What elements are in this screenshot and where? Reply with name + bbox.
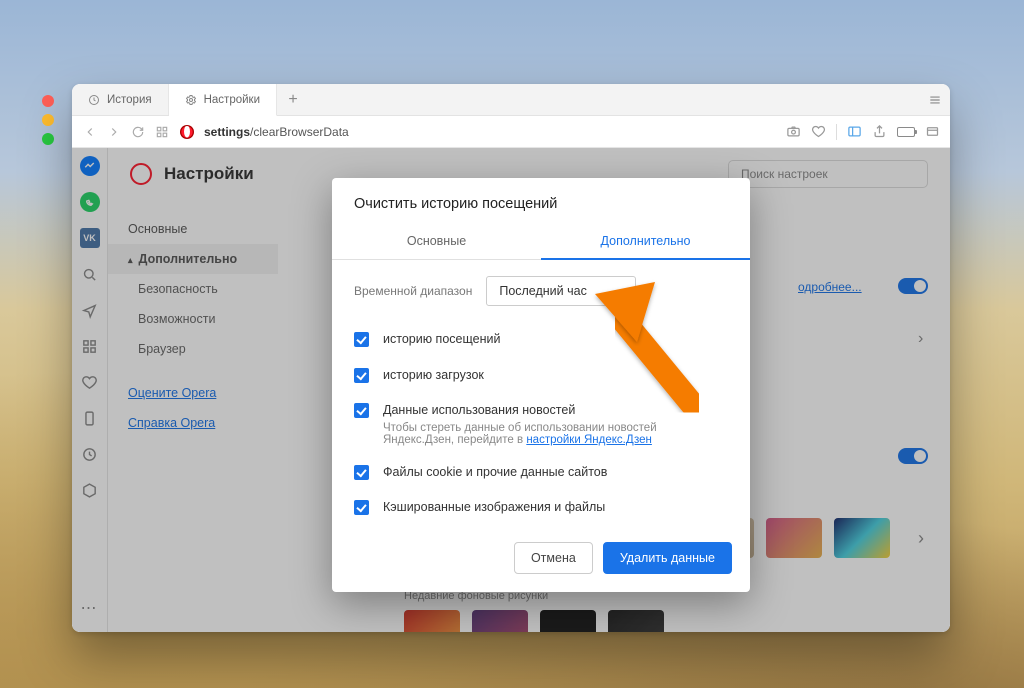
checkbox-icon: [354, 465, 369, 480]
modal-title: Очистить историю посещений: [332, 178, 750, 224]
checkbox-icon: [354, 500, 369, 515]
clear-data-modal: Очистить историю посещений Основные Допо…: [332, 178, 750, 592]
checkbox-icon: [354, 332, 369, 347]
cancel-button[interactable]: Отмена: [514, 542, 593, 574]
battery-icon: [897, 127, 915, 137]
toolbar: settings/clearBrowserData: [72, 116, 950, 148]
browser-window: История Настройки + settings/clearBrowse…: [72, 84, 950, 632]
checkbox-history[interactable]: историю посещений: [354, 322, 728, 358]
speed-dial-button[interactable]: [154, 124, 170, 140]
back-button[interactable]: [82, 124, 98, 140]
checkbox-cache[interactable]: Кэшированные изображения и файлы: [354, 490, 728, 526]
easy-setup-icon[interactable]: [920, 84, 950, 115]
time-range-label: Временной диапазон: [354, 284, 472, 298]
sidebar-toggle-icon[interactable]: [847, 124, 862, 139]
new-tab-button[interactable]: +: [277, 84, 309, 115]
reload-button[interactable]: [130, 124, 146, 140]
modal-tab-basic[interactable]: Основные: [332, 224, 541, 259]
toggle-panels-icon[interactable]: [925, 124, 940, 139]
checkbox-news[interactable]: Данные использования новостей Чтобы стер…: [354, 393, 728, 455]
checkbox-downloads[interactable]: историю загрузок: [354, 358, 728, 394]
tab-strip: История Настройки +: [72, 84, 950, 116]
delete-data-button[interactable]: Удалить данные: [603, 542, 732, 574]
opera-logo-icon: [180, 125, 194, 139]
tab-history[interactable]: История: [72, 84, 169, 115]
share-icon[interactable]: [872, 124, 887, 139]
mac-traffic-lights: [42, 95, 54, 145]
tab-label: Настройки: [204, 94, 260, 106]
address-bar[interactable]: settings/clearBrowserData: [204, 125, 349, 139]
checkbox-icon: [354, 368, 369, 383]
modal-tab-advanced[interactable]: Дополнительно: [541, 224, 750, 260]
forward-button[interactable]: [106, 124, 122, 140]
heart-icon[interactable]: [811, 124, 826, 139]
checkbox-icon: [354, 403, 369, 418]
checkbox-cookies[interactable]: Файлы cookie и прочие данные сайтов: [354, 455, 728, 491]
zen-settings-link[interactable]: настройки Яндекс.Дзен: [526, 434, 652, 446]
tab-label: История: [107, 94, 152, 106]
tab-settings[interactable]: Настройки: [169, 84, 277, 116]
snapshot-icon[interactable]: [786, 124, 801, 139]
time-range-select[interactable]: Последний час: [486, 276, 636, 306]
clock-icon: [88, 94, 100, 106]
gear-icon: [185, 94, 197, 106]
